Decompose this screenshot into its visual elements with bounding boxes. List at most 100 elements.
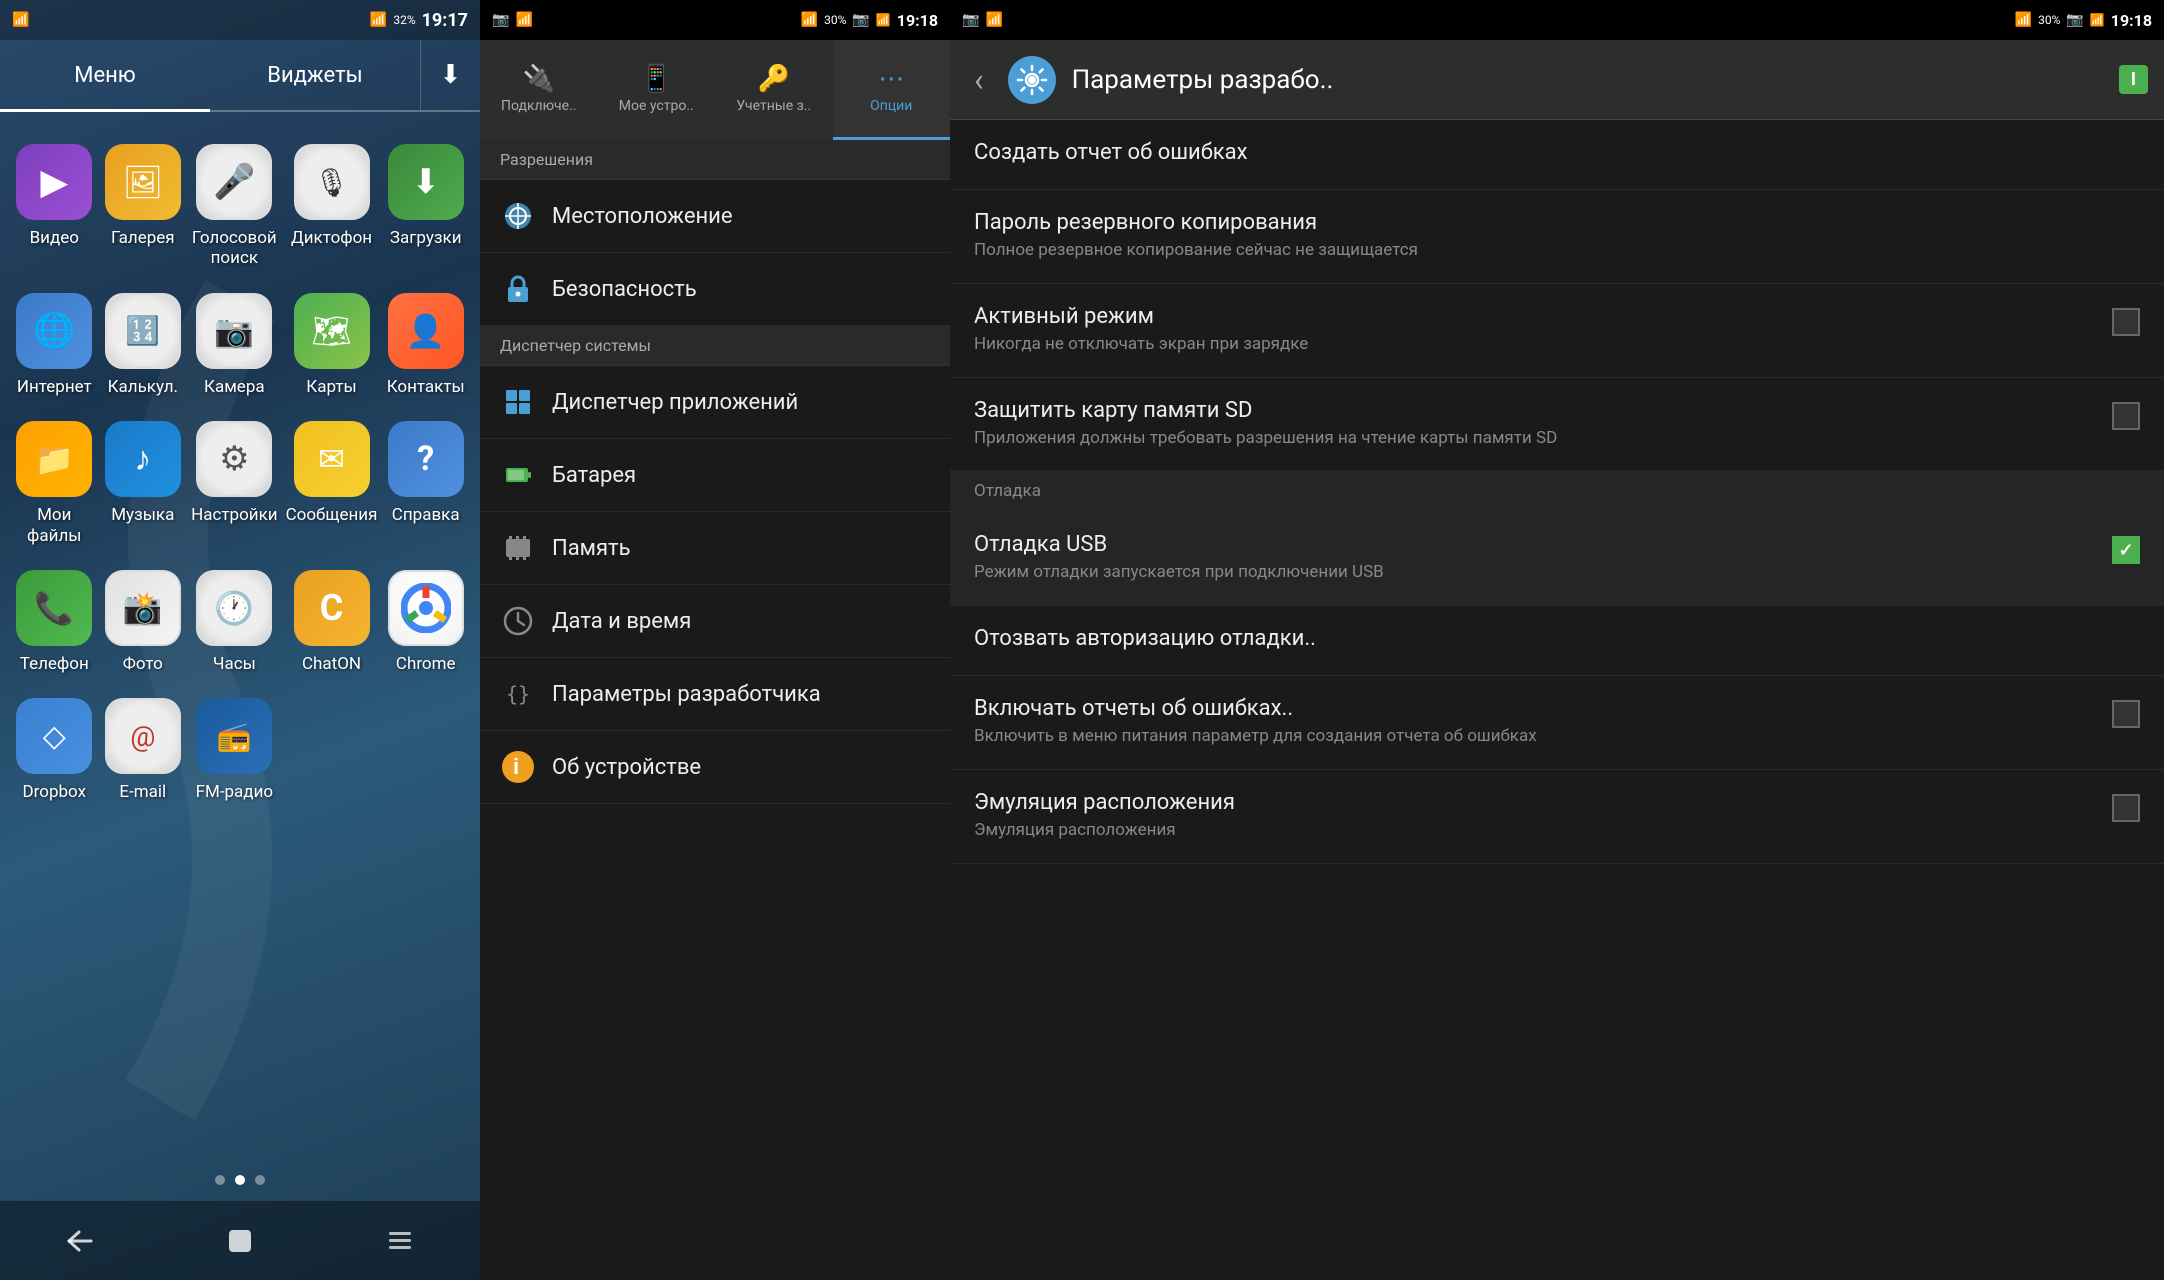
app-phone[interactable]: 📞 Телефон [10, 558, 99, 686]
settings-item-datetime[interactable]: Дата и время [480, 585, 950, 658]
settings-item-about[interactable]: i Об устройстве [480, 731, 950, 804]
error-reports-checkbox[interactable] [2112, 700, 2140, 728]
dev-item-usb-debug[interactable]: Отладка USB Режим отладки запускается пр… [950, 512, 2164, 606]
app-chaton[interactable]: C ChatON [282, 558, 382, 686]
svg-text:{}: {} [506, 682, 530, 706]
battery-s2: 30% [824, 13, 846, 27]
tab-device[interactable]: 📱 Мое устро.. [598, 40, 716, 140]
device-icon: 📱 [640, 64, 672, 94]
app-calc[interactable]: 🔢 Калькул. [99, 281, 188, 409]
dev-battery-indicator: I [2119, 65, 2148, 94]
app-icon-phone: 📞 [16, 570, 92, 646]
tab-accounts-label: Учетные з.. [736, 98, 811, 114]
app-icon-myfiles: 📁 [16, 421, 92, 497]
app-maps[interactable]: 🗺 Карты [282, 281, 382, 409]
settings-item-security[interactable]: Безопасность [480, 253, 950, 326]
location-label: Местоположение [552, 204, 733, 229]
app-download[interactable]: ⬇ Загрузки [381, 132, 470, 281]
app-voice[interactable]: 🎤 Голосовой поиск [187, 132, 282, 281]
app-label-chrome: Chrome [396, 654, 456, 674]
app-camera[interactable]: 📷 Камера [187, 281, 282, 409]
app-label-maps: Карты [306, 377, 356, 397]
nav-recent-button[interactable] [370, 1216, 430, 1266]
wifi-icon: 📶 [12, 12, 29, 28]
page-dot-3[interactable] [255, 1175, 265, 1185]
app-icon-email: @ [105, 698, 181, 774]
protect-sd-checkbox[interactable] [2112, 402, 2140, 430]
app-chrome[interactable]: Chrome [381, 558, 470, 686]
dev-options-list: Создать отчет об ошибках Пароль резервно… [950, 120, 2164, 1280]
dev-item-active-mode[interactable]: Активный режим Никогда не отключать экра… [950, 284, 2164, 378]
dev-item-create-report[interactable]: Создать отчет об ошибках [950, 120, 2164, 190]
app-label-clock: Часы [213, 654, 256, 674]
app-messages[interactable]: ✉ Сообщения [282, 409, 382, 558]
status-bar-settings: 📷 📶 📶 30% 📷 📶 19:18 [480, 0, 950, 40]
dev-item-activemode-title: Активный режим [974, 304, 2096, 329]
app-label-video: Видео [30, 228, 79, 248]
dev-panel-title: Параметры разрабо.. [1072, 65, 2103, 95]
settings-item-memory[interactable]: Память [480, 512, 950, 585]
app-icon-dictaphone: 🎙 [294, 144, 370, 220]
dev-back-button[interactable]: ‹ [966, 53, 992, 107]
system-manager-section: Диспетчер системы [480, 326, 950, 366]
page-dot-2[interactable] [235, 1175, 245, 1185]
settings-item-appmanager[interactable]: Диспетчер приложений [480, 366, 950, 439]
app-email[interactable]: @ E-mail [99, 686, 188, 814]
app-dropbox[interactable]: ◇ Dropbox [10, 686, 99, 814]
tab-accounts[interactable]: 🔑 Учетные з.. [715, 40, 833, 140]
app-fmradio[interactable]: 📻 FM-радио [187, 686, 282, 814]
emulate-location-checkbox[interactable] [2112, 794, 2140, 822]
battery-level-label: I [2131, 69, 2136, 90]
dev-item-protectsd-title: Защитить карту памяти SD [974, 398, 2096, 423]
app-clock[interactable]: 🕐 Часы [187, 558, 282, 686]
app-label-email: E-mail [119, 782, 166, 802]
app-video[interactable]: ▶ Видео [10, 132, 99, 281]
usb-debug-checkbox[interactable] [2112, 536, 2140, 564]
page-dots [0, 1160, 480, 1200]
dev-item-error-reports[interactable]: Включать отчеты об ошибках.. Включить в … [950, 676, 2164, 770]
app-music[interactable]: ♪ Музыка [99, 409, 188, 558]
dev-item-usbdebug-title: Отладка USB [974, 532, 2096, 557]
app-icon-download: ⬇ [388, 144, 464, 220]
dev-screenshot-icon: 📷 [962, 12, 979, 28]
security-icon [500, 271, 536, 307]
app-label-download: Загрузки [390, 228, 462, 248]
app-contacts[interactable]: 👤 Контакты [381, 281, 470, 409]
dev-item-errorreports-title: Включать отчеты об ошибках.. [974, 696, 2096, 721]
active-mode-checkbox[interactable] [2112, 308, 2140, 336]
page-dot-1[interactable] [215, 1175, 225, 1185]
wifi-icon-s2: 📶 [515, 12, 532, 28]
tab-download[interactable]: ⬇ [420, 40, 480, 110]
dev-item-emulate-location[interactable]: Эмуляция расположения Эмуляция расположе… [950, 770, 2164, 864]
status-right: 📶 32% 19:17 [370, 10, 468, 31]
settings-item-battery[interactable]: Батарея [480, 439, 950, 512]
settings-item-devparams[interactable]: {} Параметры разработчика [480, 658, 950, 731]
app-dictaphone[interactable]: 🎙 Диктофон [282, 132, 382, 281]
app-icon-calc: 🔢 [105, 293, 181, 369]
tab-connect[interactable]: 🔌 Подключе.. [480, 40, 598, 140]
dev-item-revoke-debug[interactable]: Отозвать авторизацию отладки.. [950, 606, 2164, 676]
app-myfiles[interactable]: 📁 Мои файлы [10, 409, 99, 558]
dev-status-left: 📷 📶 [962, 12, 1003, 28]
svg-text:i: i [513, 754, 519, 779]
app-settings[interactable]: ⚙ Настройки [187, 409, 282, 558]
tab-widgets[interactable]: Виджеты [210, 40, 420, 110]
dev-item-errorreports-content: Включать отчеты об ошибках.. Включить в … [974, 696, 2096, 749]
dev-item-backup-password[interactable]: Пароль резервного копирования Полное рез… [950, 190, 2164, 284]
app-icon-help: ? [388, 421, 464, 497]
app-internet[interactable]: 🌐 Интернет [10, 281, 99, 409]
app-icon-chrome [388, 570, 464, 646]
dev-item-create-report-title: Создать отчет об ошибках [974, 140, 2140, 165]
app-help[interactable]: ? Справка [381, 409, 470, 558]
nav-home-button[interactable] [210, 1216, 270, 1266]
app-photos[interactable]: 📸 Фото [99, 558, 188, 686]
nav-back-button[interactable] [50, 1216, 110, 1266]
tab-options[interactable]: ⋯ Опции [833, 40, 951, 140]
app-label-dictaphone: Диктофон [291, 228, 372, 248]
tab-menu[interactable]: Меню [0, 40, 210, 110]
settings-item-location[interactable]: Местоположение [480, 180, 950, 253]
dev-item-protect-sd[interactable]: Защитить карту памяти SD Приложения долж… [950, 378, 2164, 472]
app-label-internet: Интернет [17, 377, 92, 397]
app-gallery[interactable]: 🖼 Галерея [99, 132, 188, 281]
dev-item-backup-content: Пароль резервного копирования Полное рез… [974, 210, 2140, 263]
